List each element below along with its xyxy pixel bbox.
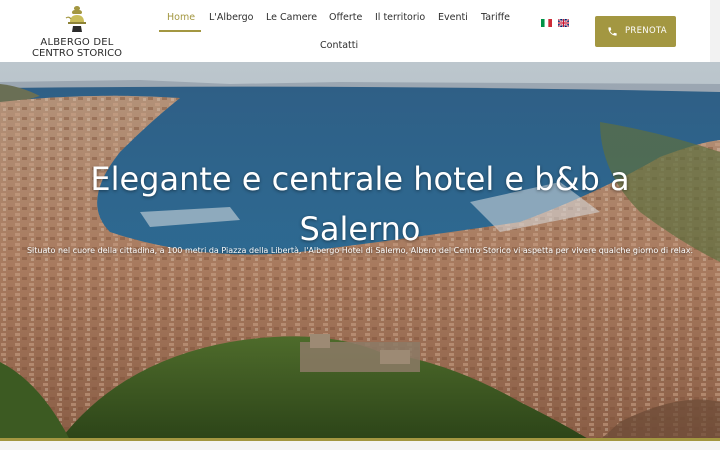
logo-text-line2: CENTRO STORICO — [32, 48, 122, 59]
logo-text-line1: ALBERGO DEL — [40, 37, 114, 48]
nav-item-contatti[interactable]: Contatti — [320, 40, 358, 51]
header-scrollbar[interactable] — [710, 0, 720, 62]
nav-active-underline — [159, 30, 201, 32]
nav-item-albergo[interactable]: L'Albergo — [209, 12, 254, 23]
nav-item-camere[interactable]: Le Camere — [266, 12, 317, 23]
phone-icon — [608, 27, 617, 36]
uk-flag-icon[interactable] — [558, 19, 569, 27]
book-now-button[interactable]: PRENOTA — [595, 16, 676, 47]
nav-item-eventi[interactable]: Eventi — [438, 12, 468, 23]
book-now-label: PRENOTA — [625, 26, 667, 36]
nav-item-home[interactable]: Home — [167, 12, 195, 23]
hero-title: Elegante e centrale hotel e b&b a Salern… — [90, 160, 630, 248]
italian-flag-icon[interactable] — [541, 19, 552, 27]
hero-banner: Elegante e centrale hotel e b&b a Salern… — [0, 62, 720, 440]
page-bottom-strip — [0, 441, 720, 450]
nav-item-territorio[interactable]: Il territorio — [375, 12, 425, 23]
logo-emblem-icon — [65, 6, 86, 32]
site-header: ALBERGO DEL CENTRO STORICO Home L'Alberg… — [0, 0, 710, 62]
nav-item-offerte[interactable]: Offerte — [329, 12, 362, 23]
hero-subtitle: Situato nel cuore della cittadina, a 100… — [26, 246, 694, 255]
nav-item-tariffe[interactable]: Tariffe — [481, 12, 510, 23]
hotel-logo[interactable]: ALBERGO DEL CENTRO STORICO — [30, 4, 124, 59]
